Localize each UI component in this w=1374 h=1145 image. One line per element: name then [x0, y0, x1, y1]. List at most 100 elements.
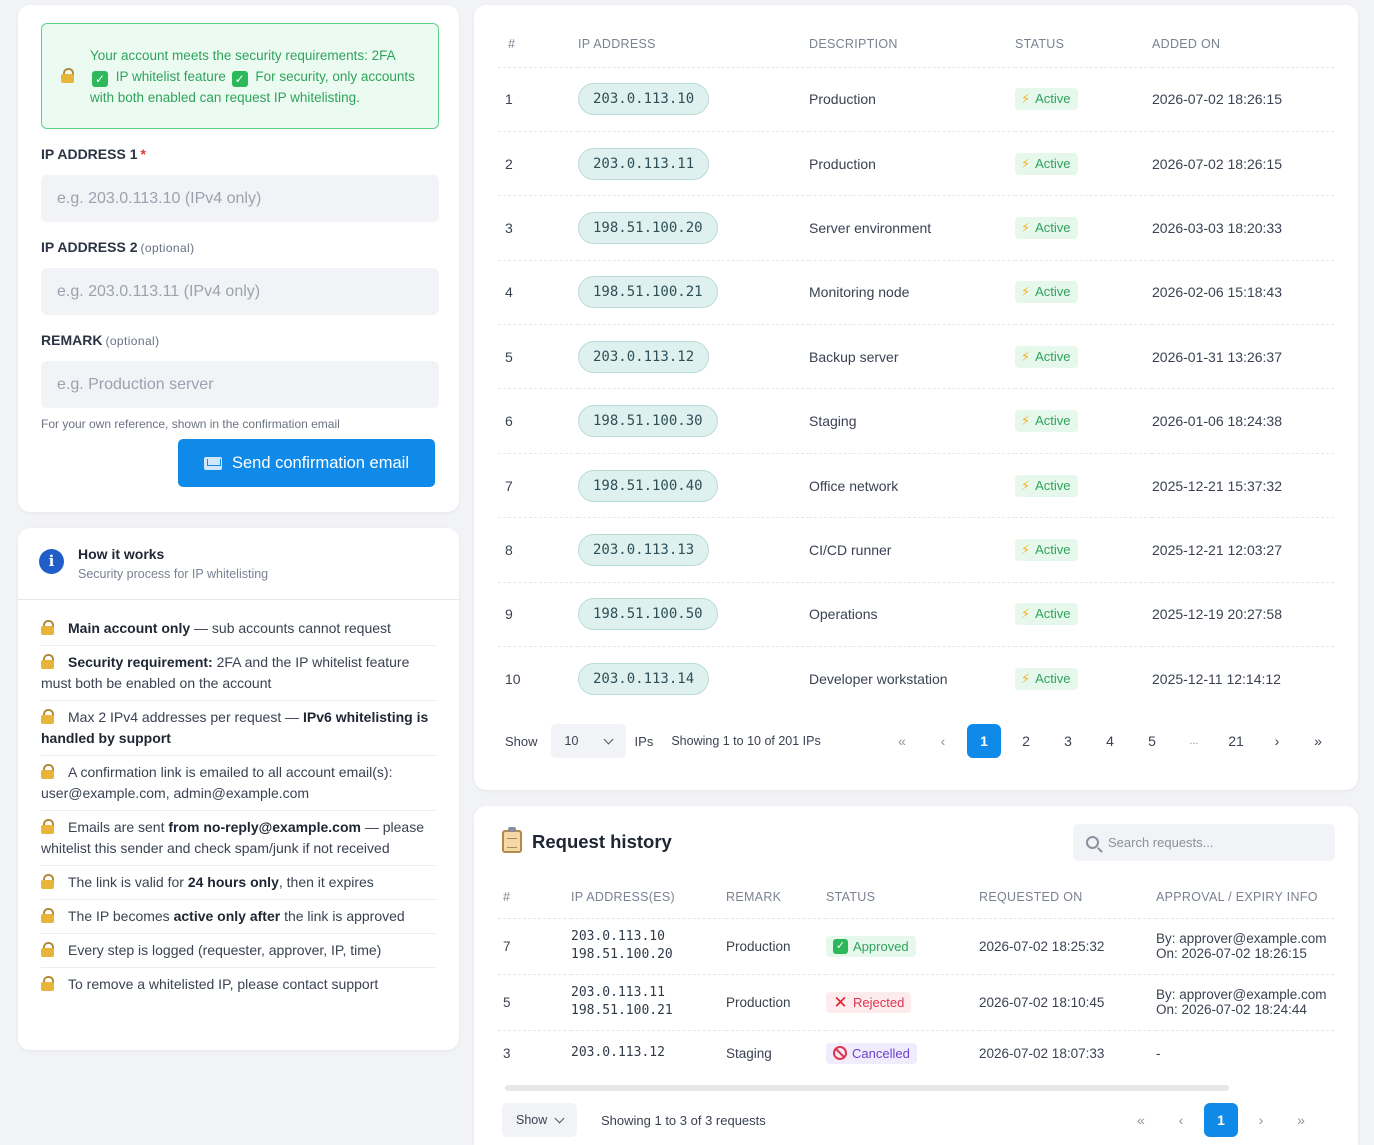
first-page-button[interactable]: « — [885, 724, 919, 758]
ip-address-2-input[interactable] — [41, 268, 439, 315]
last-page-button[interactable]: » — [1284, 1103, 1318, 1137]
row-description: Operations — [809, 582, 1015, 648]
remark-input[interactable] — [41, 361, 439, 408]
first-page-button[interactable]: « — [1124, 1103, 1158, 1137]
status-badge-active: ⚡ Active — [1015, 474, 1078, 497]
approved-on: On: 2026-07-02 18:26:15 — [1156, 946, 1307, 961]
row-status: ⚡ Active — [1015, 260, 1152, 326]
ip-address: 203.0.113.10 — [571, 929, 665, 944]
column-header-number: # — [498, 876, 571, 919]
history-search[interactable] — [1073, 824, 1335, 861]
how-it-works-title: How it works — [78, 546, 165, 562]
lightning-icon: ⚡ — [1021, 348, 1031, 364]
next-page-button[interactable]: › — [1260, 724, 1294, 758]
row-status: ⚡ Active — [1015, 324, 1152, 390]
status-badge-rejected: ✕ Rejected — [826, 991, 912, 1013]
row-description: Backup server — [809, 324, 1015, 390]
ip-address: 198.51.100.21 — [571, 1003, 673, 1018]
item-text: the link is approved — [280, 908, 405, 924]
notice-text: Your account meets the security requirem… — [90, 45, 420, 108]
ip-address-2-label: IP ADDRESS 2 (optional) — [41, 239, 439, 259]
row-number: 7 — [498, 453, 578, 519]
row-status: ⚡ Active — [1015, 647, 1152, 711]
page-button-2[interactable]: 2 — [1009, 724, 1043, 758]
ip-address-1-label: IP ADDRESS 1 * — [41, 146, 439, 166]
send-button-label: Send confirmation email — [231, 453, 409, 472]
horizontal-scrollbar[interactable] — [505, 1085, 1229, 1091]
status-badge-active: ⚡ Active — [1015, 216, 1078, 239]
history-search-input[interactable] — [1108, 835, 1318, 850]
chevron-down-icon — [603, 734, 613, 744]
status-text: Approved — [853, 938, 909, 954]
status-text: Cancelled — [852, 1045, 910, 1061]
previous-page-button[interactable]: ‹ — [926, 724, 960, 758]
row-number: 5 — [498, 324, 578, 390]
checkmark-icon: ✓ — [833, 938, 848, 954]
page-button-1[interactable]: 1 — [967, 724, 1001, 758]
status-badge-active: ⚡ Active — [1015, 88, 1078, 111]
page-button-3[interactable]: 3 — [1051, 724, 1085, 758]
table-row: 5 203.0.113.12 Backup server ⚡ Active 2026-01… — [498, 324, 1334, 390]
item-text: Emails are sent — [68, 819, 169, 835]
item-text: The IP becomes — [68, 908, 174, 924]
page-button-21[interactable]: 21 — [1219, 724, 1253, 758]
ip-address-pill: 203.0.113.11 — [578, 147, 710, 180]
row-number: 2 — [498, 131, 578, 197]
row-added-on: 2025-12-21 15:37:32 — [1152, 453, 1334, 519]
previous-page-button[interactable]: ‹ — [1164, 1103, 1198, 1137]
page-button-1[interactable]: 1 — [1204, 1103, 1238, 1137]
request-history-title: Request history — [532, 830, 672, 852]
row-added-on: 2026-03-03 18:20:33 — [1152, 195, 1334, 261]
row-added-on: 2026-07-02 18:26:15 — [1152, 67, 1334, 132]
history-page-size-select[interactable]: Show — [502, 1103, 577, 1137]
row-description: Production — [809, 67, 1015, 132]
table-row: 3 198.51.100.20 Server environment ⚡ Active 2… — [498, 195, 1334, 261]
row-status: ⚡ Active — [1015, 582, 1152, 648]
approved-on: On: 2026-07-02 18:24:44 — [1156, 1002, 1307, 1017]
ip-address-1-input[interactable] — [41, 175, 439, 222]
page-button-4[interactable]: 4 — [1093, 724, 1127, 758]
lock-icon — [41, 819, 54, 834]
row-status: ⚡ Active — [1015, 388, 1152, 454]
lock-icon — [41, 764, 54, 779]
column-header-status: STATUS — [826, 876, 979, 919]
next-page-button[interactable]: › — [1244, 1103, 1278, 1137]
row-description: Developer workstation — [809, 670, 948, 687]
last-page-button[interactable]: » — [1301, 724, 1335, 758]
table-row: 10 203.0.113.14 Developer workstation ⚡ Acti… — [498, 647, 1334, 711]
row-description: Production — [809, 131, 1015, 197]
table-row: 5 203.0.113.11 198.51.100.21 Production ✕… — [498, 974, 1334, 1031]
item-emphasis: from no-reply@example.com — [168, 819, 361, 835]
ip-address-pill: 198.51.100.30 — [578, 405, 718, 438]
row-remark: Staging — [726, 1045, 772, 1061]
table-header-row: # IP ADDRESS(ES) REMARK STATUS REQUESTED… — [498, 876, 1334, 919]
row-description: Office network — [809, 453, 1015, 519]
status-badge-active: ⚡ Active — [1015, 281, 1078, 304]
table-row: 9 198.51.100.50 Operations ⚡ Active 2025-12-1… — [498, 582, 1334, 648]
approver: By: approver@example.com — [1156, 931, 1327, 946]
row-number: 8 — [498, 517, 578, 583]
cross-icon: ✕ — [833, 992, 848, 1012]
table-row: 7 198.51.100.40 Office network ⚡ Active 2025-… — [498, 453, 1334, 519]
ip-address-1-label-text: IP ADDRESS 1 — [41, 146, 138, 162]
row-approval-info: By: approver@example.com On: 2026-07-02 1… — [1156, 918, 1334, 975]
row-ip-address: 203.0.113.11 — [578, 131, 809, 197]
item-emphasis: Security requirement: — [68, 654, 213, 670]
lock-icon — [41, 874, 54, 889]
whitelist-request-form: Your account meets the security requirem… — [18, 5, 459, 512]
row-ip-address: 198.51.100.50 — [578, 582, 809, 648]
status-text: Active — [1035, 155, 1071, 171]
row-ip-address: 198.51.100.40 — [578, 453, 809, 519]
page-size-select[interactable]: 10 — [550, 724, 626, 758]
row-number: 10 — [505, 670, 521, 687]
ip-address-pill: 203.0.113.13 — [578, 533, 710, 566]
page-button-5[interactable]: 5 — [1135, 724, 1169, 758]
lightning-icon: ⚡ — [1021, 541, 1031, 557]
row-description: Server environment — [809, 195, 1015, 261]
chevron-down-icon — [554, 1113, 565, 1123]
send-confirmation-email-button[interactable]: Send confirmation email — [178, 439, 435, 487]
list-item: A confirmation link is emailed to all ac… — [41, 756, 436, 811]
remark-label: REMARK (optional) — [41, 332, 439, 352]
list-item: Every step is logged (requester, approve… — [41, 934, 436, 968]
ip-address-pill: 198.51.100.40 — [578, 469, 718, 502]
